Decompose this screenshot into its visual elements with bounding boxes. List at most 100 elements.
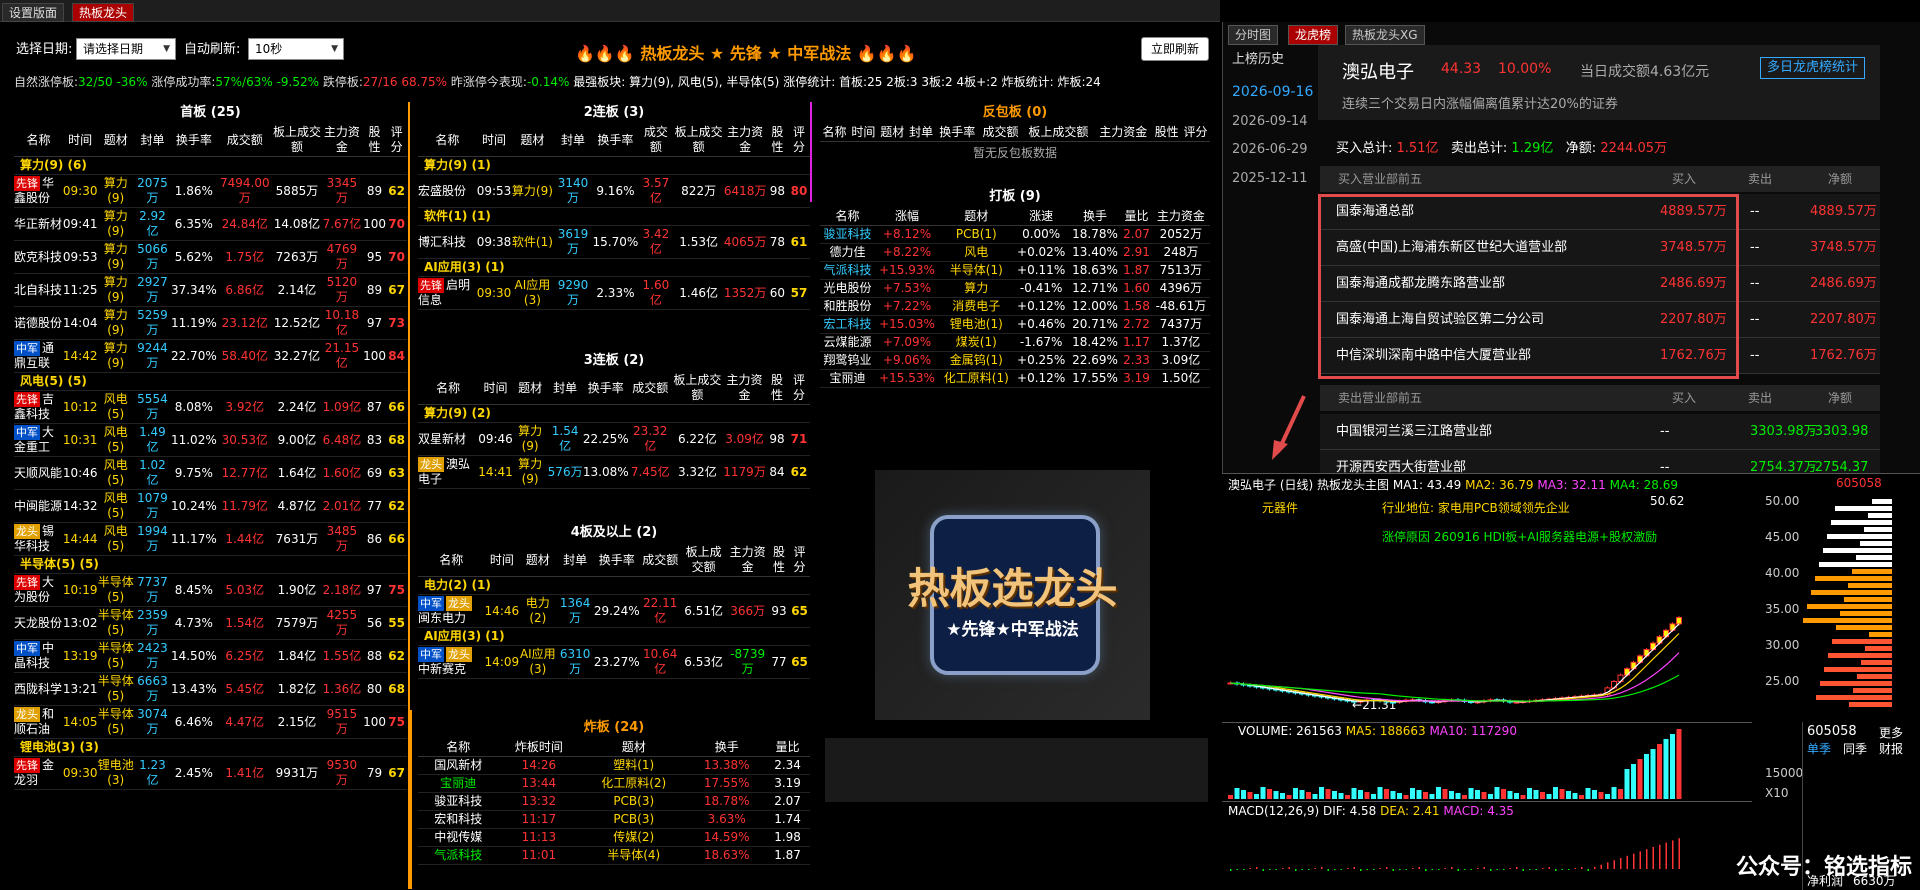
column-header[interactable]: 封单 xyxy=(554,124,593,157)
group-header[interactable]: 电力(2) (1) xyxy=(418,577,810,595)
table-row[interactable]: 先锋启明信息 09:30 AI应用(3) 9290万 2.33% 1.60亿 1… xyxy=(418,277,810,310)
group-header[interactable]: 软件(1) (1) xyxy=(418,208,810,226)
table-row[interactable]: 宝丽迪 +15.53% 化工原料(1) +0.12% 17.55% 3.19 1… xyxy=(820,370,1210,388)
stock-name[interactable]: 气派科技 xyxy=(820,262,875,280)
table-row[interactable]: 天龙股份 13:02 半导体(5) 2359万 4.73% 1.54亿 7579… xyxy=(14,607,407,640)
stock-name[interactable]: 天龙股份 xyxy=(14,607,63,640)
column-header[interactable]: 时间 xyxy=(478,372,513,405)
stock-name[interactable]: 中军龙头中新赛克 xyxy=(418,646,485,679)
table-row[interactable]: 华正新材 09:41 算力(9) 2.92亿 6.35% 24.84亿 14.0… xyxy=(14,208,407,241)
column-header[interactable]: 炸板时间 xyxy=(499,739,580,757)
stock-name[interactable]: 宝丽迪 xyxy=(418,775,499,793)
table-row[interactable]: 气派科技 +15.93% 半导体(1) +0.11% 18.63% 1.87 7… xyxy=(820,262,1210,280)
table-row[interactable]: 云煤能源 +7.09% 煤炭(1) -1.67% 18.42% 1.17 1.3… xyxy=(820,334,1210,352)
stock-name[interactable]: 龙头和顺石油 xyxy=(14,706,63,739)
column-header[interactable]: 涨幅 xyxy=(875,208,939,226)
stock-name[interactable]: 宝丽迪 xyxy=(820,370,875,388)
column-header[interactable]: 板上成交额 xyxy=(1022,124,1094,142)
group-header[interactable]: AI应用(3) (1) xyxy=(418,628,810,646)
stock-name[interactable]: 北自科技 xyxy=(14,274,63,307)
stock-name[interactable]: 翔鹭钨业 xyxy=(820,352,875,370)
group-header[interactable]: 算力(9) (1) xyxy=(418,157,810,175)
group-header[interactable]: 锂电池(3) (3) xyxy=(14,739,407,757)
table-row[interactable]: 中军中晶科技 13:19 半导体(5) 2423万 14.50% 6.25亿 1… xyxy=(14,640,407,673)
stock-name[interactable]: 天顺风能 xyxy=(14,457,63,490)
table-row[interactable]: 先锋金龙羽 09:30 锂电池(3) 1.23亿 2.45% 1.41亿 993… xyxy=(14,757,407,790)
column-header[interactable]: 股性 xyxy=(769,544,789,577)
column-header[interactable]: 股性 xyxy=(1152,124,1181,142)
column-header[interactable]: 时间 xyxy=(63,124,98,157)
column-header[interactable]: 成交额 xyxy=(217,124,273,157)
column-header[interactable]: 评分 xyxy=(789,544,810,577)
table-row[interactable]: 宏和科技 11:17 PCB(3) 3.63% 1.74 xyxy=(418,811,810,829)
stock-name[interactable]: 骏亚科技 xyxy=(418,793,499,811)
table-row[interactable]: 翔鹭钨业 +9.06% 金属钨(1) +0.25% 22.69% 2.33 3.… xyxy=(820,352,1210,370)
table-row[interactable]: 龙头澳弘电子 14:41 算力(9) 576万 13.08% 7.45亿 3.3… xyxy=(418,456,810,489)
column-header[interactable]: 题材 xyxy=(97,124,133,157)
column-header[interactable]: 时间 xyxy=(485,544,520,577)
history-date[interactable]: 2026-09-16 xyxy=(1232,84,1313,100)
stock-name[interactable]: 宏和科技 xyxy=(418,811,499,829)
column-header[interactable]: 换手 xyxy=(1069,208,1121,226)
stock-name[interactable]: 先锋华鑫股份 xyxy=(14,175,63,208)
group-header[interactable]: 半导体(5) (5) xyxy=(14,556,407,574)
column-header[interactable]: 主力资金 xyxy=(1152,208,1210,226)
stock-name[interactable]: 宏盛股份 xyxy=(418,175,477,208)
column-header[interactable]: 主力资金 xyxy=(321,124,363,157)
stock-name[interactable]: 双星新材 xyxy=(418,423,478,456)
table-row[interactable]: 骏亚科技 13:32 PCB(3) 18.78% 2.07 xyxy=(418,793,810,811)
column-header[interactable]: 题材 xyxy=(519,544,556,577)
broker-row[interactable]: 中国银河兰溪三江路营业部 -- 3303.98万 -3303.98万 xyxy=(1320,414,1880,450)
group-header[interactable]: 算力(9) (6) xyxy=(14,157,407,175)
stock-name[interactable]: 华正新材 xyxy=(14,208,63,241)
stock-name[interactable]: 中闽能源 xyxy=(14,490,63,523)
table-row[interactable]: 气派科技 11:01 半导体(4) 18.63% 1.87 xyxy=(418,847,810,865)
column-header[interactable]: 名称 xyxy=(418,544,485,577)
column-header[interactable]: 名称 xyxy=(418,739,499,757)
column-header[interactable]: 题材 xyxy=(939,208,1014,226)
column-header[interactable]: 换手率 xyxy=(936,124,979,142)
stock-name[interactable]: 龙头澳弘电子 xyxy=(418,456,478,489)
column-header[interactable]: 主力资金 xyxy=(724,124,767,157)
column-header[interactable]: 成交额 xyxy=(638,124,673,157)
stock-name[interactable]: 骏亚科技 xyxy=(820,226,875,244)
column-header[interactable]: 名称 xyxy=(820,124,849,142)
column-header[interactable]: 换手 xyxy=(688,739,765,757)
stock-name[interactable]: 宏工科技 xyxy=(820,316,875,334)
column-header[interactable]: 主力资金 xyxy=(726,544,768,577)
tab-intraday[interactable]: 分时图 xyxy=(1228,25,1278,45)
table-row[interactable]: 龙头和顺石油 14:05 半导体(5) 3074万 6.46% 4.47亿 2.… xyxy=(14,706,407,739)
column-header[interactable]: 名称 xyxy=(418,124,477,157)
column-header[interactable]: 股性 xyxy=(766,372,788,405)
stock-name[interactable]: 先锋大为股份 xyxy=(14,574,63,607)
table-row[interactable]: 双星新材 09:46 算力(9) 1.54亿 22.25% 23.32亿 6.2… xyxy=(418,423,810,456)
table-row[interactable]: 德力佳 +8.22% 风电 +0.02% 13.40% 2.91 248万 xyxy=(820,244,1210,262)
column-header[interactable]: 评分 xyxy=(386,124,407,157)
stock-name[interactable]: 先锋吉鑫科技 xyxy=(14,391,63,424)
stock-name[interactable]: 先锋启明信息 xyxy=(418,277,477,310)
column-header[interactable]: 成交额 xyxy=(979,124,1022,142)
stock-name[interactable]: 龙头锡华科技 xyxy=(14,523,63,556)
column-header[interactable]: 板上成交额 xyxy=(681,544,727,577)
tab-hot-dragon-xg[interactable]: 热板龙头XG xyxy=(1345,25,1425,45)
column-header[interactable]: 名称 xyxy=(418,372,478,405)
column-header[interactable]: 时间 xyxy=(849,124,878,142)
column-header[interactable]: 题材 xyxy=(579,739,688,757)
column-header[interactable]: 评分 xyxy=(788,124,810,157)
stock-name[interactable]: 国风新材 xyxy=(418,757,499,775)
column-header[interactable]: 成交额 xyxy=(640,544,681,577)
tab-hot-board[interactable]: 热板龙头 xyxy=(72,3,134,22)
column-header[interactable]: 题材 xyxy=(878,124,907,142)
column-header[interactable]: 封单 xyxy=(907,124,936,142)
table-row[interactable]: 北自科技 11:25 算力(9) 2927万 37.34% 6.86亿 2.14… xyxy=(14,274,407,307)
stock-name[interactable]: 先锋金龙羽 xyxy=(14,757,63,790)
column-header[interactable]: 主力资金 xyxy=(723,372,766,405)
table-row[interactable]: 宝丽迪 13:44 化工原料(2) 17.55% 3.19 xyxy=(418,775,810,793)
group-header[interactable]: AI应用(3) (1) xyxy=(418,259,810,277)
group-header[interactable]: 算力(9) (2) xyxy=(418,405,810,423)
table-row[interactable]: 中军龙头闽东电力 14:46 电力(2) 1364万 29.24% 22.11亿… xyxy=(418,595,810,628)
history-date[interactable]: 2025-12-11 xyxy=(1232,171,1308,186)
table-row[interactable]: 先锋吉鑫科技 10:12 风电(5) 5554万 8.08% 3.92亿 2.2… xyxy=(14,391,407,424)
column-header[interactable]: 名称 xyxy=(820,208,875,226)
stock-name[interactable]: 气派科技 xyxy=(418,847,499,865)
